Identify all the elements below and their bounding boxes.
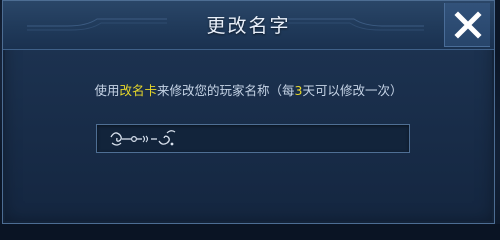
prompt-text-after: 天可以修改一次）: [302, 83, 403, 98]
dialog-title: 更改名字: [206, 15, 291, 37]
close-x-icon: [454, 11, 482, 39]
player-name-input[interactable]: [96, 124, 410, 153]
prompt-text-middle: 来修改您的玩家名称（每: [157, 83, 295, 98]
rename-dialog: 更改名字 使用改名卡来修改您的玩家名称（每3天可以修改一次）: [2, 0, 495, 224]
ornamental-flourish-icon: [110, 130, 176, 146]
rename-card-name: 改名卡: [119, 83, 158, 98]
prompt-text-before: 使用: [94, 83, 120, 98]
dialog-titlebar: 更改名字: [3, 1, 494, 50]
rename-instructions: 使用改名卡来修改您的玩家名称（每3天可以修改一次）: [3, 80, 494, 99]
close-button[interactable]: [444, 3, 490, 47]
